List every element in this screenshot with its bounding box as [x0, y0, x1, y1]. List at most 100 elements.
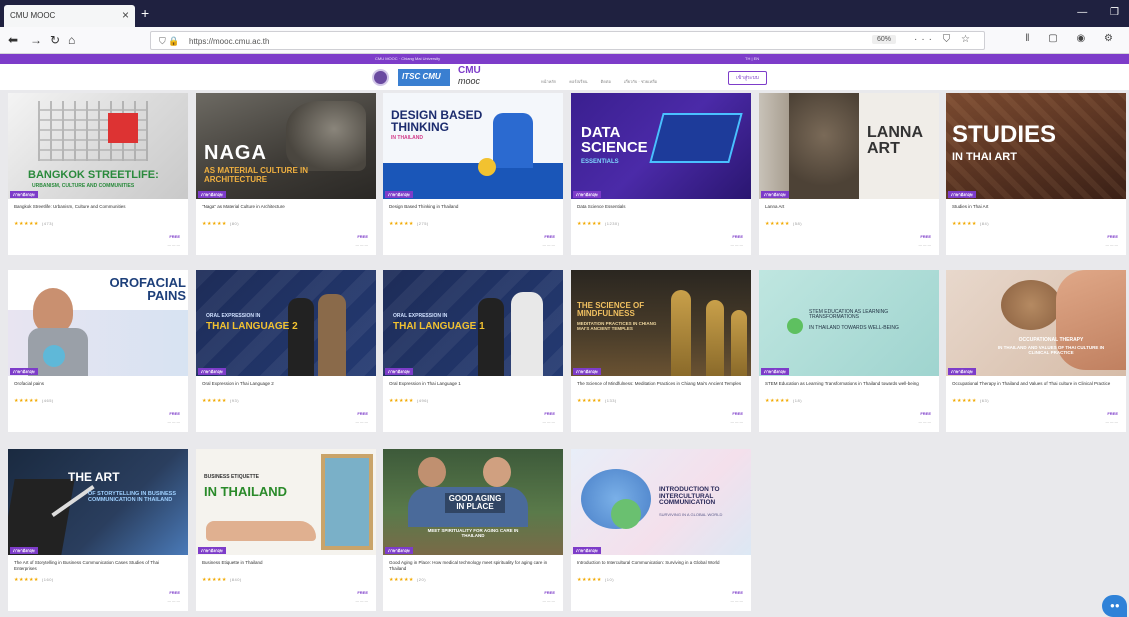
course-title[interactable]: Business Etiquette in Thailand [202, 560, 370, 566]
star-rating: ★★★★★ (133) [577, 398, 617, 404]
minimize-icon[interactable]: — [1077, 7, 1087, 18]
course-thumbnail[interactable]: LANNA ART [759, 93, 939, 199]
reload-icon[interactable]: ↻ [50, 32, 60, 48]
course-title[interactable]: Lanna Art [765, 204, 933, 210]
course-title[interactable]: STEM Education as Learning Transformatio… [765, 381, 933, 387]
thumb-subtitle: ESSENTIALS [581, 159, 619, 165]
course-title[interactable]: Introduction to Intercultural Communicat… [577, 560, 745, 566]
nav-item-contact[interactable]: ติดต่อ [601, 79, 611, 84]
course-card[interactable]: THE SCIENCE OF MINDFULNESS MEDITATION PR… [571, 270, 751, 432]
course-card[interactable]: ORAL EXPRESSION IN THAI LANGUAGE 1 ภาษาอ… [383, 270, 563, 432]
course-card[interactable]: LANNA ART ภาษาอังกฤษ Lanna Art ★★★★★ (58)… [759, 93, 939, 255]
course-card[interactable]: BUSINESS ETIQUETTE IN THAILAND ภาษาอังกฤ… [196, 449, 376, 611]
course-card[interactable]: STUDIES IN THAI ART ภาษาอังกฤษ Studies i… [946, 93, 1126, 255]
nav-item-home[interactable]: หน้าหลัก [541, 79, 556, 84]
course-card[interactable]: BANGKOK STREETLIFE: URBANISM, CULTURE AN… [8, 93, 188, 255]
thumb-subtitle: AS MATERIAL CULTURE IN ARCHITECTURE [204, 166, 308, 184]
course-thumbnail[interactable]: STEM EDUCATION AS LEARNING TRANSFORMATIO… [759, 270, 939, 376]
course-card[interactable]: DATA SCIENCE ESSENTIALS ภาษาอังกฤษ Data … [571, 93, 751, 255]
course-title[interactable]: Data Science Essentials [577, 204, 745, 210]
course-title[interactable]: Oral Expression in Thai Language 2 [202, 381, 370, 387]
course-thumbnail[interactable]: BUSINESS ETIQUETTE IN THAILAND [196, 449, 376, 555]
course-card[interactable]: NAGA AS MATERIAL CULTURE IN ARCHITECTURE… [196, 93, 376, 255]
close-icon[interactable]: × [122, 8, 129, 22]
language-switch[interactable]: TH | EN [745, 56, 759, 61]
thumb-title: STEM EDUCATION AS LEARNING TRANSFORMATIO… [809, 309, 889, 320]
zoom-level[interactable]: 60% [871, 35, 896, 44]
course-card[interactable]: INTRODUCTION TO INTERCULTURAL COMMUNICAT… [571, 449, 751, 611]
language-badge: ภาษาอังกฤษ [198, 191, 226, 198]
thumb-title: INTRODUCTION TO INTERCULTURAL COMMUNICAT… [659, 486, 720, 506]
cmu-mooc-logo[interactable]: CMU mooc [458, 66, 481, 87]
university-seal-logo [372, 69, 389, 86]
course-thumbnail[interactable]: OROFACIAL PAINS [8, 270, 188, 376]
login-button[interactable]: เข้าสู่ระบบ [728, 71, 767, 85]
maximize-icon[interactable]: ❐ [1110, 7, 1119, 18]
language-badge: ภาษาอังกฤษ [10, 368, 38, 375]
address-bar[interactable]: ⛉ 🔒 https://mooc.cmu.ac.th 60% ··· ⛉ ☆ [150, 31, 985, 50]
course-meta: — — — [167, 420, 180, 424]
course-title[interactable]: Occupational Therapy in Thailand and Val… [952, 381, 1120, 387]
course-title[interactable]: "Naga" as Material Culture in Architectu… [202, 204, 370, 210]
url-text: https://mooc.cmu.ac.th [189, 37, 270, 46]
course-thumbnail[interactable]: OCCUPATIONAL THERAPY IN THAILAND AND VAL… [946, 270, 1126, 376]
course-card[interactable]: OCCUPATIONAL THERAPY IN THAILAND AND VAL… [946, 270, 1126, 432]
nav-item-courses[interactable]: คอร์สเรียน [569, 79, 587, 84]
course-meta: — — — [167, 243, 180, 247]
course-title[interactable]: Orofacial pains [14, 381, 182, 387]
thumb-title: THE SCIENCE OF MINDFULNESS [577, 301, 645, 318]
language-badge: ภาษาอังกฤษ [573, 191, 601, 198]
course-meta: — — — [918, 243, 931, 247]
site-top-strip: CMU MOOC · Chiang Mai University TH | EN [0, 54, 1129, 64]
nav-item-about[interactable]: เกี่ยวกับ · ช่วยเหลือ [624, 79, 657, 84]
home-icon[interactable]: ⌂ [68, 32, 75, 48]
course-title[interactable]: Bangkok Streetlife: Urbanism, Culture an… [14, 204, 182, 210]
course-card[interactable]: ORAL EXPRESSION IN THAI LANGUAGE 2 ภาษาอ… [196, 270, 376, 432]
star-rating: ★★★★★ (84) [952, 221, 990, 227]
thumb-title: OCCUPATIONAL THERAPY [1018, 337, 1084, 343]
library-icon[interactable]: ‖ ▢ ◉ ⚙ [1025, 33, 1121, 44]
new-tab-icon[interactable]: + [141, 6, 149, 20]
language-badge: ภาษาอังกฤษ [761, 191, 789, 198]
top-strip-left: CMU MOOC · Chiang Mai University [375, 56, 441, 61]
star-rating: ★★★★★ (20) [389, 577, 427, 583]
browser-navbar: ⬅ → ↻ ⌂ ⛉ 🔒 https://mooc.cmu.ac.th 60% ·… [0, 27, 1129, 54]
course-title[interactable]: Good Aging in Place: How medical technol… [389, 560, 557, 572]
language-badge: ภาษาอังกฤษ [198, 547, 226, 554]
course-card[interactable]: DESIGN BASED THINKING IN THAILAND ภาษาอั… [383, 93, 563, 255]
course-card[interactable]: STEM EDUCATION AS LEARNING TRANSFORMATIO… [759, 270, 939, 432]
course-thumbnail[interactable]: STUDIES IN THAI ART [946, 93, 1126, 199]
itsc-logo[interactable]: ITSC CMU [398, 69, 450, 86]
course-thumbnail[interactable]: THE ART OF STORYTELLING IN BUSINESS COMM… [8, 449, 188, 555]
thumb-subtitle: IN THAILAND [391, 135, 423, 141]
thumb-subtitle: MEET SPIRITUALITY FOR AGING CARE IN THAI… [427, 528, 519, 538]
star-rating: ★★★★★ (160) [14, 577, 54, 583]
chat-button[interactable]: ●● [1102, 595, 1127, 617]
course-card[interactable]: OROFACIAL PAINS ภาษาอังกฤษ Orofacial pai… [8, 270, 188, 432]
course-title[interactable]: Oral Expression in Thai Language 1 [389, 381, 557, 387]
course-meta: — — — [542, 243, 555, 247]
course-thumbnail[interactable]: THE SCIENCE OF MINDFULNESS MEDITATION PR… [571, 270, 751, 376]
course-card[interactable]: GOOD AGING IN PLACE MEET SPIRITUALITY FO… [383, 449, 563, 611]
course-thumbnail[interactable]: BANGKOK STREETLIFE: URBANISM, CULTURE AN… [8, 93, 188, 199]
course-thumbnail[interactable]: INTRODUCTION TO INTERCULTURAL COMMUNICAT… [571, 449, 751, 555]
course-thumbnail[interactable]: DESIGN BASED THINKING IN THAILAND [383, 93, 563, 199]
language-badge: ภาษาอังกฤษ [10, 191, 38, 198]
course-card[interactable]: THE ART OF STORYTELLING IN BUSINESS COMM… [8, 449, 188, 611]
thumb-title: STUDIES [952, 121, 1057, 148]
bookmark-star-icon[interactable]: ··· ⛉ ☆ [914, 34, 974, 45]
browser-tab[interactable]: CMU MOOC × [4, 5, 135, 27]
course-title[interactable]: Design Based Thinking in Thailand [389, 204, 557, 210]
back-icon[interactable]: ⬅ [8, 32, 18, 48]
price-tag: FREE [920, 234, 931, 239]
forward-icon[interactable]: → [30, 32, 42, 48]
course-thumbnail[interactable]: GOOD AGING IN PLACE MEET SPIRITUALITY FO… [383, 449, 563, 555]
course-title[interactable]: The Art of Storytelling in Business Comm… [14, 560, 182, 572]
course-thumbnail[interactable]: DATA SCIENCE ESSENTIALS [571, 93, 751, 199]
course-thumbnail[interactable]: ORAL EXPRESSION IN THAI LANGUAGE 2 [196, 270, 376, 376]
course-thumbnail[interactable]: NAGA AS MATERIAL CULTURE IN ARCHITECTURE [196, 93, 376, 199]
course-thumbnail[interactable]: ORAL EXPRESSION IN THAI LANGUAGE 1 [383, 270, 563, 376]
course-meta: — — — [355, 420, 368, 424]
course-title[interactable]: Studies in Thai Art [952, 204, 1120, 210]
course-title[interactable]: The Science of Mindfulness: Meditation P… [577, 381, 745, 387]
